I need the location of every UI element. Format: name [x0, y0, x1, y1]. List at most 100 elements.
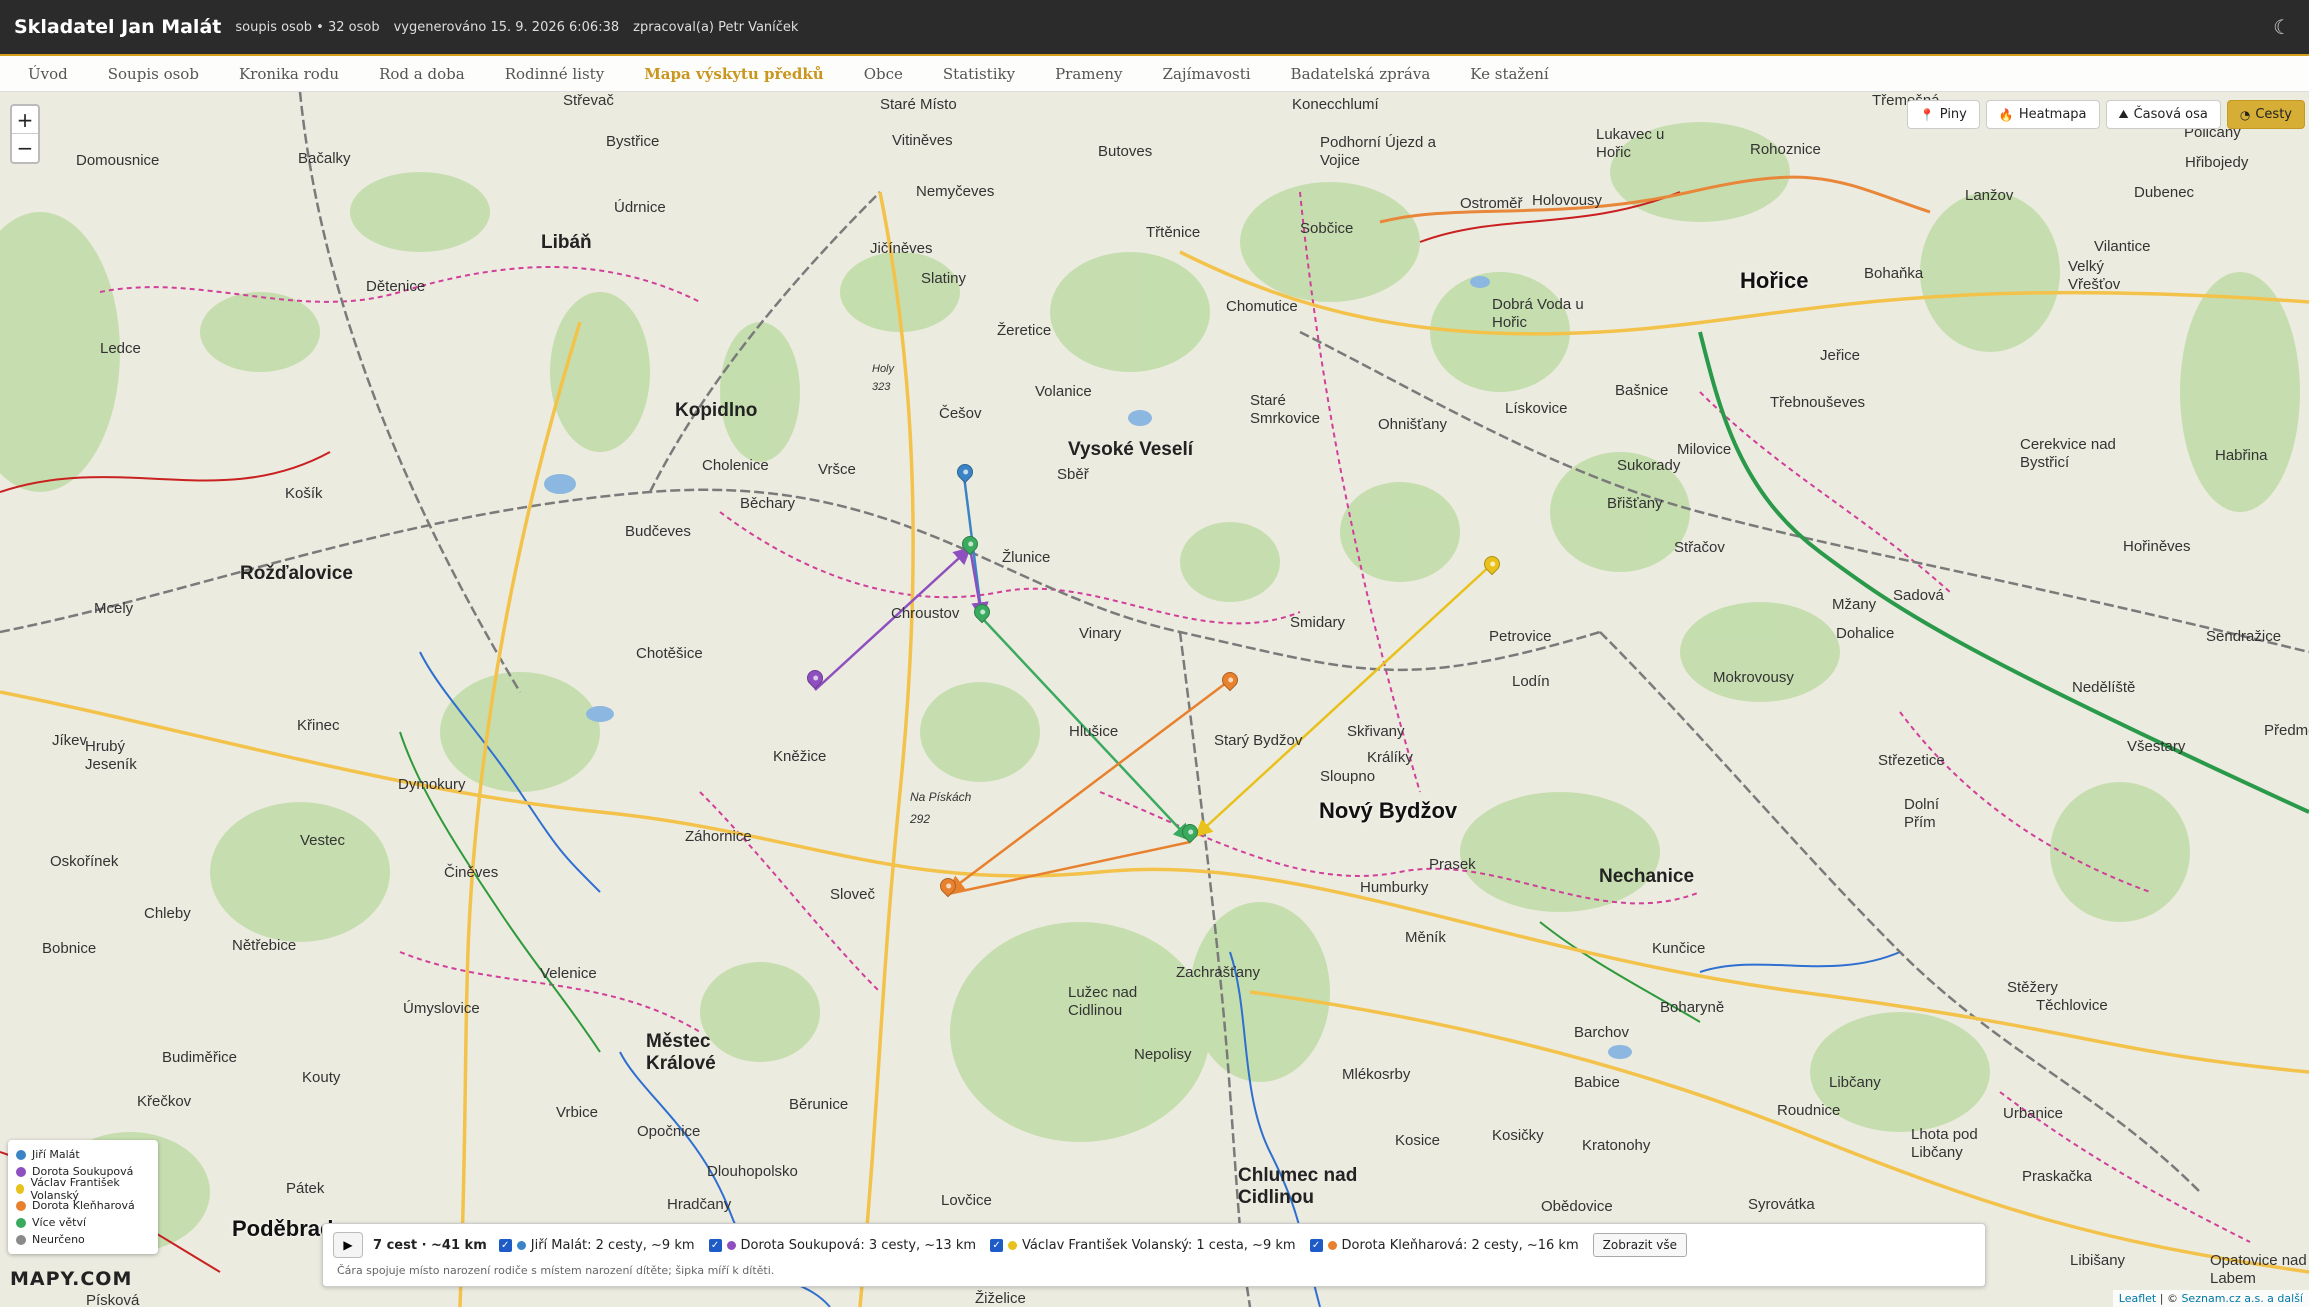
place-label: Kosičky [1492, 1127, 1544, 1144]
nav-zajimavosti[interactable]: Zajímavosti [1163, 65, 1251, 83]
mode-casova-osa-button[interactable]: ⛰ Časová osa [2105, 100, 2221, 129]
show-all-button[interactable]: Zobrazit vše [1592, 1233, 1687, 1257]
place-label: Sloveč [830, 886, 876, 903]
mode-piny-button[interactable]: 📍 Piny [1906, 100, 1980, 129]
place-label: Ohnišťany [1378, 416, 1447, 433]
place-label: Prasek [1429, 856, 1476, 873]
nav-statistiky[interactable]: Statistiky [943, 65, 1015, 83]
place-label: Domousnice [76, 152, 160, 169]
main-nav: Úvod Soupis osob Kronika rodu Rod a doba… [0, 54, 2309, 92]
route-filter-vaclav-volansky[interactable]: ✓ Václav František Volanský: 1 cesta, ~9 … [990, 1238, 1296, 1253]
place-label: Bačalky [298, 150, 351, 167]
place-label: Bystřice [606, 133, 660, 150]
place-label: Na Pískách 292 [910, 790, 972, 826]
nav-kronika-rodu[interactable]: Kronika rodu [239, 65, 339, 83]
place-label: Jičíněves [870, 240, 933, 257]
mode-cesty-button[interactable]: ◔ Cesty [2226, 100, 2305, 129]
place-label: Rohoznice [1750, 141, 1821, 158]
place-label: Třebnouševes [1770, 394, 1866, 411]
routes-summary: 7 cest · ~41 km [373, 1237, 487, 1253]
place-label: Mžany [1832, 596, 1877, 613]
routes-panel: ▶ 7 cest · ~41 km ✓ Jiří Malát: 2 cesty, … [322, 1223, 1986, 1287]
app-title[interactable]: Skladatel Jan Malát [14, 16, 221, 38]
place-label: Opočnice [637, 1123, 701, 1140]
place-label: Sukorady [1617, 457, 1681, 474]
checkbox-checked-icon[interactable]: ✓ [708, 1238, 722, 1252]
place-label: Roudnice [1777, 1102, 1841, 1119]
place-label: Křečkov [137, 1093, 192, 1110]
place-label: Hrubý Jeseník [85, 738, 137, 773]
place-label: Městec Králové [646, 1031, 716, 1074]
place-label: Třtěnice [1146, 224, 1201, 241]
place-label: Kopidlno [675, 400, 758, 421]
checkbox-checked-icon[interactable]: ✓ [498, 1238, 512, 1252]
map-mode-switcher: 📍 Piny 🔥 Heatmapa ⛰ Časová osa ◔ Cesty [1901, 100, 2305, 129]
place-label: Oskořínek [50, 853, 119, 870]
place-label: Dobrá Voda u Hořic [1492, 296, 1584, 331]
nav-rod-a-doba[interactable]: Rod a doba [379, 65, 465, 83]
place-label: Dymokury [398, 776, 466, 793]
place-label: Střevač [563, 92, 614, 109]
nav-mapa-vyskytu[interactable]: Mapa výskytu předků [644, 65, 824, 83]
leaflet-link[interactable]: Leaflet [2119, 1292, 2156, 1305]
place-label: Lovčice [941, 1192, 992, 1209]
zoom-control: + − [10, 104, 40, 164]
place-label: Češov [939, 405, 982, 422]
mountain-icon: ⛰ [2118, 107, 2129, 121]
place-label: Rožďalovice [240, 563, 353, 584]
person-color-dot [1008, 1240, 1018, 1250]
route-filter-dorota-soukupova[interactable]: ✓ Dorota Soukupová: 3 cesty, ~13 km [708, 1238, 976, 1253]
mode-heatmapa-button[interactable]: 🔥 Heatmapa [1985, 100, 2100, 129]
map-view[interactable]: Střevač Staré Místo Konecchlumí Třemešná… [0, 92, 2309, 1307]
place-label: Babice [1574, 1074, 1620, 1091]
place-label: Kratonohy [1582, 1137, 1651, 1154]
nav-uvod[interactable]: Úvod [28, 65, 68, 83]
nav-ke-stazeni[interactable]: Ke stažení [1470, 65, 1548, 83]
place-label: Písková [86, 1292, 140, 1307]
place-label: Lukavec u Hořic [1596, 126, 1665, 161]
zoom-in-button[interactable]: + [12, 106, 38, 134]
mapy-logo[interactable]: MAPY.COM [10, 1268, 132, 1290]
nav-prameny[interactable]: Prameny [1055, 65, 1122, 83]
place-label: Obědovice [1541, 1198, 1613, 1215]
place-label: Cerekvice nad Bystřicí [2020, 436, 2116, 471]
place-label: Budčeves [625, 523, 691, 540]
place-label: Dolní Přím [1904, 796, 1940, 831]
place-label: Sloupno [1320, 768, 1376, 785]
place-label: Zachrašťany [1176, 964, 1260, 981]
place-label: Skřivany [1347, 723, 1405, 740]
moon-icon[interactable]: ☾ [2273, 15, 2291, 39]
legend-item: Více větví [16, 1214, 150, 1231]
map-tiles[interactable] [0, 92, 2309, 1307]
place-label: Boharyně [1660, 999, 1725, 1016]
place-label: Lanžov [1965, 187, 2014, 204]
place-label: Chotěšice [636, 645, 703, 662]
checkbox-checked-icon[interactable]: ✓ [990, 1238, 1004, 1252]
place-label: Opatovice nad Labem [2210, 1252, 2307, 1287]
place-label: Pátek [286, 1180, 325, 1197]
nav-badatelska-zprava[interactable]: Badatelská zpráva [1291, 65, 1431, 83]
checkbox-checked-icon[interactable]: ✓ [1309, 1238, 1323, 1252]
place-label: Nepolisy [1134, 1046, 1192, 1063]
play-icon[interactable]: ▶ [333, 1232, 363, 1258]
nav-rodinne-listy[interactable]: Rodinné listy [505, 65, 605, 83]
route-filter-dorota-klenharova[interactable]: ✓ Dorota Kleňharová: 2 cesty, ~16 km [1309, 1238, 1579, 1253]
nav-obce[interactable]: Obce [864, 65, 903, 83]
place-label: Nětřebice [232, 937, 297, 954]
nav-soupis-osob[interactable]: Soupis osob [108, 65, 199, 83]
place-label: Dětenice [366, 278, 426, 295]
place-label: Úmyslovice [403, 1000, 480, 1017]
place-label: Holovousy [1532, 192, 1603, 209]
place-label: Starý Bydžov [1214, 732, 1303, 749]
author-label: zpracoval(a) Petr Vaníček [633, 19, 799, 35]
zoom-out-button[interactable]: − [12, 134, 38, 162]
place-label: Žiželice [975, 1290, 1026, 1307]
place-label: Králíky [1367, 749, 1413, 766]
place-label: Údrnice [614, 199, 666, 216]
place-label: Záhornice [685, 828, 752, 845]
route-filter-jiri-malat[interactable]: ✓ Jiří Malát: 2 cesty, ~9 km [498, 1238, 695, 1253]
generated-timestamp: vygenerováno 15. 9. 2026 6:06:38 [393, 19, 620, 35]
pin-icon: 📍 [1919, 107, 1935, 122]
provider-link[interactable]: Seznam.cz a.s. a další [2181, 1292, 2303, 1305]
place-label: Lužec nad Cidlinou [1068, 984, 1138, 1019]
